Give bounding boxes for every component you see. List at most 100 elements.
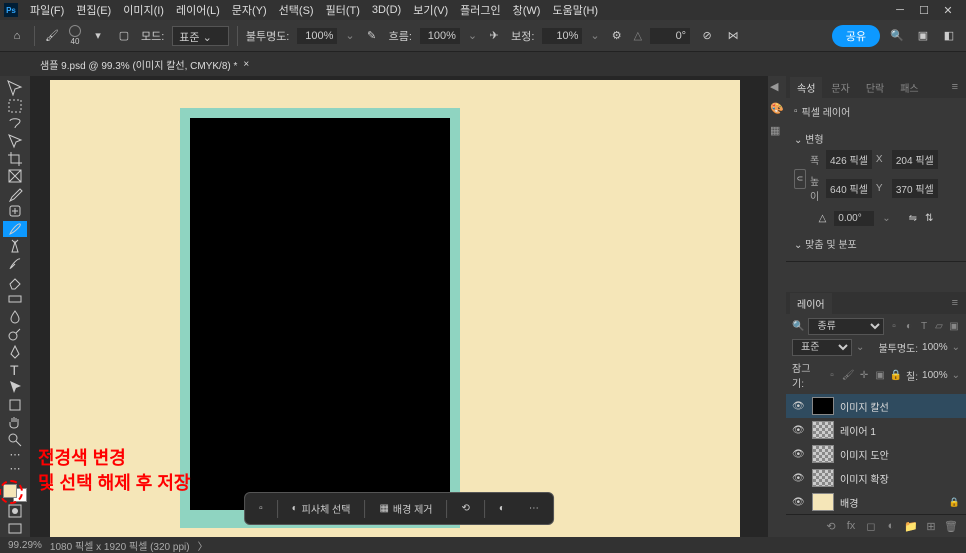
quick-mask-tool[interactable]	[3, 503, 27, 520]
layer-name[interactable]: 이미지 확장	[840, 471, 960, 486]
home-icon[interactable]: ⌂	[8, 27, 26, 45]
fill-value[interactable]: 100%	[922, 370, 948, 381]
layer-row[interactable]: 👁 레이어 1	[786, 418, 966, 442]
menu-image[interactable]: 이미지(I)	[117, 0, 170, 20]
ctx-thumb-icon[interactable]: ▫	[249, 499, 273, 518]
search-icon[interactable]: 🔍	[888, 27, 906, 45]
document-tab[interactable]: 샘플 9.psd @ 99.3% (이미지 칼선, CMYK/8) * ×	[30, 53, 259, 76]
clone-tool[interactable]	[3, 238, 27, 255]
healing-tool[interactable]	[3, 203, 27, 220]
menu-3d[interactable]: 3D(D)	[366, 2, 407, 18]
layer-style-icon[interactable]: fx	[844, 519, 858, 533]
layer-thumbnail[interactable]	[812, 397, 834, 415]
menu-help[interactable]: 도움말(H)	[546, 0, 604, 20]
quick-select-tool[interactable]	[3, 133, 27, 150]
layer-filter-select[interactable]: 종류	[808, 318, 884, 335]
adjustment-icon[interactable]: ◐	[489, 499, 515, 518]
smoothing-value[interactable]: 10%	[542, 28, 582, 44]
color-panel-icon[interactable]: 🎨	[770, 102, 784, 116]
paragraph-tab[interactable]: 단락	[859, 77, 891, 98]
filter-pixel-icon[interactable]: ▫	[888, 321, 900, 333]
layer-name[interactable]: 레이어 1	[840, 423, 960, 438]
y-value[interactable]: 370 픽셀	[892, 179, 938, 198]
layer-row[interactable]: 👁 이미지 칼선	[786, 394, 966, 418]
brush-panel-icon[interactable]: ▢	[115, 27, 133, 45]
menu-file[interactable]: 파일(F)	[24, 0, 70, 20]
blur-tool[interactable]	[3, 309, 27, 326]
crop-tool[interactable]	[3, 150, 27, 167]
layer-visibility-icon[interactable]: 👁	[792, 425, 806, 436]
flow-value[interactable]: 100%	[420, 28, 460, 44]
shape-tool[interactable]	[3, 396, 27, 413]
layer-thumbnail[interactable]	[812, 493, 834, 511]
layer-row[interactable]: 👁 이미지 도안	[786, 442, 966, 466]
opacity-value[interactable]: 100%	[297, 28, 337, 44]
filter-type-icon[interactable]: T	[918, 321, 930, 333]
lock-all-icon[interactable]: 🔒	[890, 369, 902, 381]
layer-visibility-icon[interactable]: 👁	[792, 401, 806, 412]
lock-image-icon[interactable]: 🖌	[842, 369, 854, 381]
transform-section[interactable]: 변형	[794, 127, 958, 150]
mode-select[interactable]: 표준 ⌄	[172, 26, 229, 46]
type-tool[interactable]: T	[3, 361, 27, 378]
filter-adjust-icon[interactable]: ◐	[903, 321, 915, 333]
pressure-size-icon[interactable]: ⊘	[698, 27, 716, 45]
properties-tab[interactable]: 속성	[790, 77, 822, 98]
layer-thumbnail[interactable]	[812, 421, 834, 439]
zoom-tool[interactable]	[3, 432, 27, 449]
arrange-icon[interactable]: ◧	[940, 27, 958, 45]
lasso-tool[interactable]	[3, 115, 27, 132]
status-info-arrow[interactable]: 〉	[198, 538, 208, 553]
height-value[interactable]: 640 픽셀	[826, 179, 872, 198]
flip-h-icon[interactable]: ⇋	[909, 213, 917, 224]
dodge-tool[interactable]	[3, 326, 27, 343]
group-icon[interactable]: 📁	[904, 519, 918, 533]
color-swatches[interactable]	[3, 484, 27, 502]
remove-background-button[interactable]: ▦ 배경 제거	[369, 497, 442, 520]
frame-object[interactable]	[180, 108, 460, 528]
layer-visibility-icon[interactable]: 👁	[792, 449, 806, 460]
layer-name[interactable]: 배경	[840, 495, 943, 510]
link-wh-icon[interactable]: ⊂	[794, 169, 806, 189]
menu-view[interactable]: 보기(V)	[407, 0, 454, 20]
menu-plugins[interactable]: 플러그인	[454, 0, 506, 20]
lock-transparent-icon[interactable]: ▫	[826, 369, 838, 381]
layer-thumbnail[interactable]	[812, 469, 834, 487]
collapse-dock-icon[interactable]: ◀	[770, 80, 784, 94]
new-layer-icon[interactable]: ⊞	[924, 519, 938, 533]
gradient-tool[interactable]	[3, 291, 27, 308]
lock-artboard-icon[interactable]: ▣	[874, 369, 886, 381]
menu-layer[interactable]: 레이어(L)	[170, 0, 226, 20]
canvas-area[interactable]: 전경색 변경 및 선택 해제 후 저장 ▫ ◐ 피사체 선택 ▦ 배경 제거 ⟲…	[30, 76, 768, 537]
smoothing-options-icon[interactable]: ⚙	[608, 27, 626, 45]
x-value[interactable]: 204 픽셀	[892, 150, 938, 169]
eraser-tool[interactable]	[3, 273, 27, 290]
layer-row[interactable]: 👁 이미지 확장	[786, 466, 966, 490]
tab-close-icon[interactable]: ×	[243, 59, 249, 70]
layer-row[interactable]: 👁 배경 🔒	[786, 490, 966, 514]
history-brush-tool[interactable]	[3, 256, 27, 273]
menu-select[interactable]: 선택(S)	[273, 0, 320, 20]
airbrush-icon[interactable]: ✈	[485, 27, 503, 45]
menu-type[interactable]: 문자(Y)	[226, 0, 273, 20]
frame-tool[interactable]	[3, 168, 27, 185]
edit-toolbar[interactable]: ⋯	[3, 460, 27, 477]
menu-window[interactable]: 창(W)	[507, 0, 547, 20]
align-section[interactable]: 맞춤 및 분포	[794, 232, 958, 255]
flip-v-icon[interactable]: ⇅	[925, 213, 933, 224]
menu-edit[interactable]: 편집(E)	[70, 0, 117, 20]
zoom-level[interactable]: 99.29%	[8, 540, 42, 551]
layer-name[interactable]: 이미지 도안	[840, 447, 960, 462]
blend-mode-select[interactable]: 표준	[792, 339, 852, 356]
lock-position-icon[interactable]: ✛	[858, 369, 870, 381]
angle-value[interactable]: 0°	[650, 28, 690, 44]
eyedropper-tool[interactable]	[3, 185, 27, 202]
maximize-button[interactable]: ☐	[918, 4, 930, 16]
transform-icon[interactable]: ⟲	[451, 499, 479, 518]
character-tab[interactable]: 문자	[824, 77, 856, 98]
filter-smart-icon[interactable]: ▣	[948, 321, 960, 333]
brush-preset-icon[interactable]: ▾	[89, 27, 107, 45]
select-subject-button[interactable]: ◐ 피사체 선택	[282, 497, 361, 520]
workspace-icon[interactable]: ▣	[914, 27, 932, 45]
layers-menu-icon[interactable]: ≡	[948, 297, 962, 309]
